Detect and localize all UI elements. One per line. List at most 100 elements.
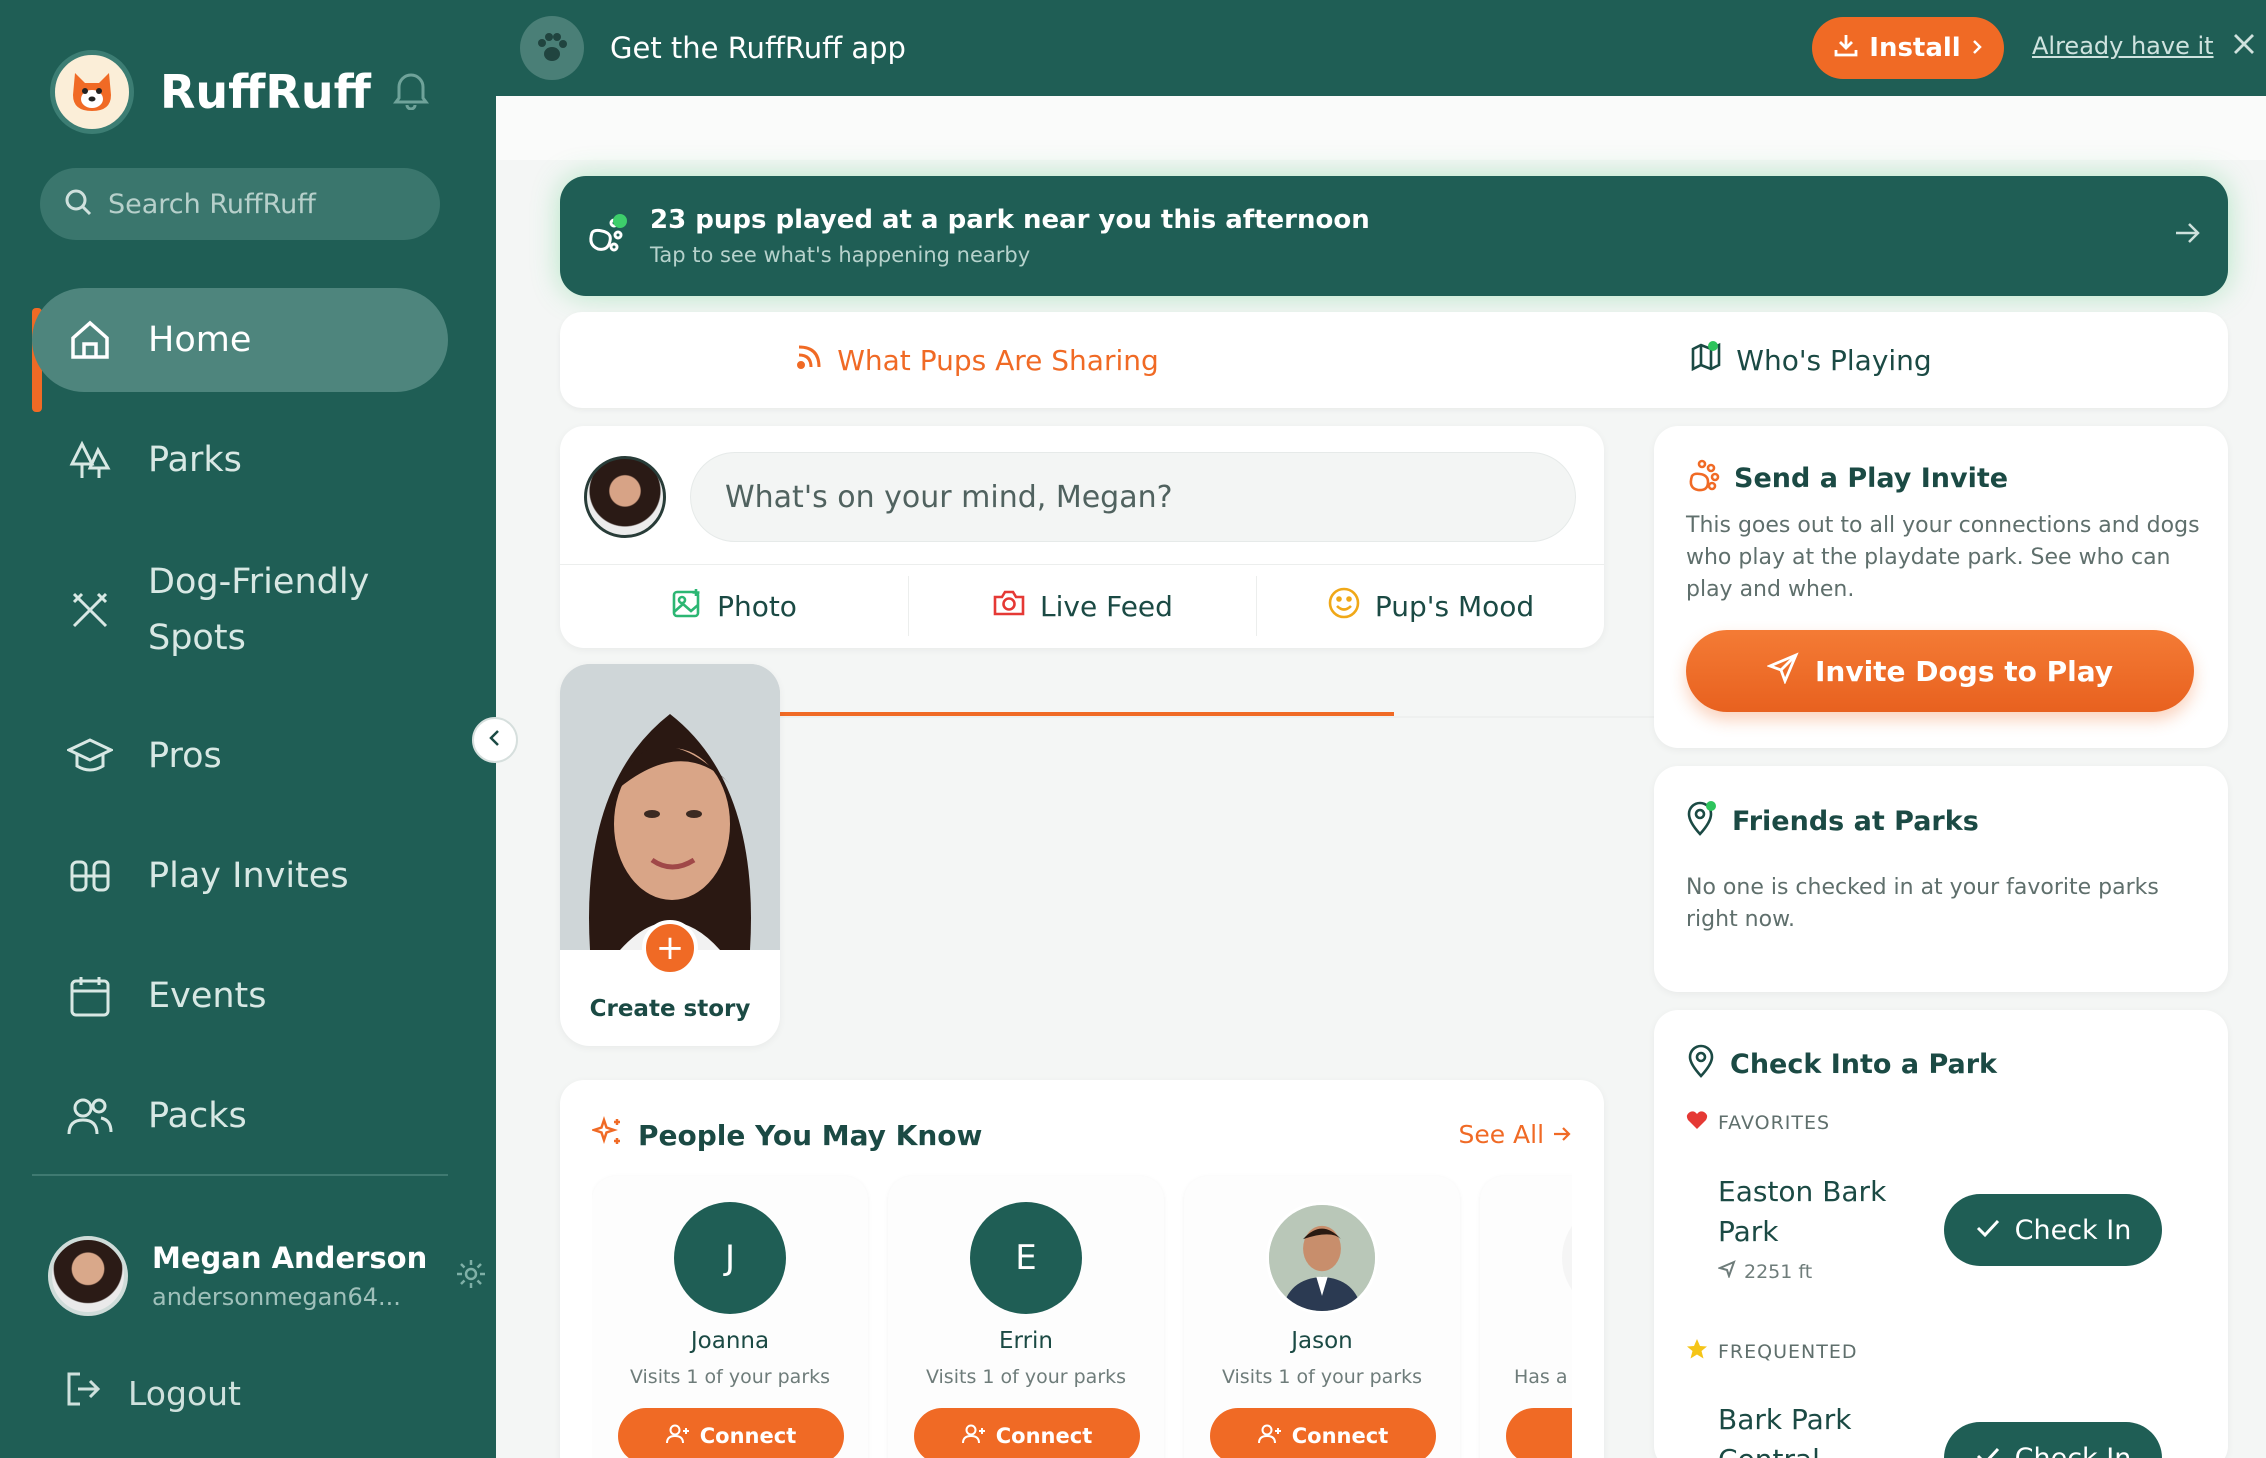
brand[interactable]: RuffRuff <box>50 50 429 134</box>
banner-text: Get the RuffRuff app <box>610 31 906 65</box>
create-story-label: Create story <box>589 996 751 1022</box>
install-button[interactable]: Install <box>1812 17 2004 79</box>
bell-icon[interactable] <box>392 70 429 114</box>
live-feed-label: Live Feed <box>1040 589 1173 623</box>
connect-button[interactable]: Connect <box>1210 1408 1436 1458</box>
person-subtitle: Visits 1 of your parks <box>629 1366 831 1388</box>
friends-at-parks-card: Friends at Parks No one is checked in at… <box>1654 766 2228 992</box>
tab-what-pups-are-sharing[interactable]: What Pups Are Sharing <box>560 312 1394 408</box>
photo-label: Photo <box>717 589 797 623</box>
already-have-it-link[interactable]: Already have it <box>2032 32 2214 60</box>
nearby-activity-alert[interactable]: 23 pups played at a park near you this a… <box>560 176 2228 296</box>
arrow-right-icon <box>2172 218 2202 252</box>
sidebar-item-events[interactable]: Events <box>32 952 448 1040</box>
check-icon <box>1975 1215 2001 1246</box>
user-profile[interactable]: Megan Anderson andersonmegan64... <box>48 1236 487 1316</box>
map-pin-icon <box>1686 1044 1716 1085</box>
paw-location-icon <box>584 211 630 261</box>
send-play-invite-card: Send a Play Invite This goes out to all … <box>1654 426 2228 748</box>
avatar <box>584 456 666 538</box>
profile-email: andersonmegan64... <box>152 1283 401 1311</box>
sidebar-divider <box>32 1174 448 1176</box>
sidebar-item-play-invites[interactable]: Play Invites <box>32 832 448 920</box>
sidebar-item-parks[interactable]: Parks <box>32 416 448 504</box>
search-input[interactable]: Search RuffRuff <box>40 168 440 240</box>
close-icon[interactable] <box>2230 30 2258 62</box>
sidebar-item-label: Pros <box>148 736 222 776</box>
sidebar-item-dog-friendly-spots[interactable]: Dog-Friendly Spots <box>32 548 448 672</box>
connect-label: Connect <box>699 1424 797 1448</box>
invite-title: Send a Play Invite <box>1734 463 2009 494</box>
person-name: Errin <box>998 1328 1053 1354</box>
paw-icon <box>520 16 584 80</box>
users-icon <box>62 1094 118 1138</box>
camera-icon <box>992 588 1026 625</box>
sidebar-item-label: Packs <box>148 1096 247 1136</box>
sidebar-item-label: Parks <box>148 440 242 480</box>
invite-description: This goes out to all your connections an… <box>1686 513 2200 602</box>
chevron-right-icon <box>1971 33 1983 63</box>
person-subtitle: Has a N <box>1514 1366 1572 1388</box>
logout-icon <box>64 1370 102 1416</box>
invite-dogs-button[interactable]: Invite Dogs to Play <box>1686 630 2194 712</box>
gear-icon[interactable] <box>455 1258 487 1294</box>
park-name: Bark Park Central <box>1718 1400 1852 1458</box>
frequented-section-label: FREQUENTED <box>1686 1338 1857 1365</box>
check-into-park-card: Check Into a Park FAVORITES Easton Bark … <box>1654 1010 2228 1458</box>
post-composer: What's on your mind, Megan? Photo Live F… <box>560 426 1604 648</box>
download-icon <box>1833 32 1859 65</box>
sidebar-item-label: Home <box>148 320 252 360</box>
app-install-banner: Get the RuffRuff app Install Already hav… <box>496 0 2266 96</box>
live-feed-button[interactable]: Live Feed <box>908 576 1256 636</box>
photo-button[interactable]: Photo <box>560 576 908 636</box>
rss-icon <box>795 343 823 378</box>
park-name-line1: Easton Bark <box>1718 1175 1887 1208</box>
alert-title: 23 pups played at a park near you this a… <box>650 205 1370 235</box>
pups-mood-button[interactable]: Pup's Mood <box>1256 576 1604 636</box>
search-icon <box>64 188 92 220</box>
connect-label: Connect <box>1291 1424 1389 1448</box>
star-icon <box>1686 1338 1708 1365</box>
collapse-sidebar-button[interactable] <box>472 717 518 763</box>
logout-button[interactable]: Logout <box>64 1370 241 1416</box>
sidebar-item-home[interactable]: Home <box>32 288 448 392</box>
connect-button[interactable]: Connect <box>914 1408 1140 1458</box>
sidebar-item-label: Events <box>148 976 267 1016</box>
install-label: Install <box>1869 33 1961 63</box>
favorites-label: FAVORITES <box>1718 1111 1831 1134</box>
person-subtitle: Visits 1 of your parks <box>1221 1366 1423 1388</box>
composer-divider <box>560 564 1604 565</box>
check-in-label: Check In <box>2014 1214 2132 1246</box>
tab-whos-playing[interactable]: Who's Playing <box>1394 312 2228 408</box>
connect-button[interactable]: Connect <box>618 1408 844 1458</box>
post-input[interactable]: What's on your mind, Megan? <box>690 452 1576 542</box>
smile-icon <box>1327 586 1361 627</box>
post-placeholder: What's on your mind, Megan? <box>725 479 1173 515</box>
create-story-card[interactable]: + Create story <box>560 664 780 1046</box>
check-icon <box>1975 1443 2001 1458</box>
paw-icon <box>1686 458 1720 499</box>
people-you-may-know: People You May Know See All J Joanna Vis… <box>560 1080 1604 1458</box>
person-card: J Joanna Visits 1 of your parks Connect <box>592 1176 868 1458</box>
connect-button[interactable] <box>1506 1408 1572 1458</box>
park-name-line2: Central <box>1718 1440 1852 1458</box>
sidebar-item-label: Play Invites <box>148 856 349 896</box>
check-in-button[interactable]: Check In <box>1944 1422 2162 1458</box>
profile-name: Megan Anderson <box>152 1241 428 1275</box>
tab-label: What Pups Are Sharing <box>837 343 1159 377</box>
user-plus-icon <box>665 1423 690 1450</box>
park-name: Easton Bark Park <box>1718 1172 1886 1252</box>
dog-face-icon <box>50 50 134 134</box>
sidebar-item-packs[interactable]: Packs <box>32 1072 448 1160</box>
people-carousel: J Joanna Visits 1 of your parks Connect … <box>592 1080 1572 1458</box>
story-photo <box>560 664 780 950</box>
park-name-line1: Bark Park <box>1718 1403 1852 1436</box>
navigation-icon <box>1717 1260 1736 1283</box>
check-in-button[interactable]: Check In <box>1944 1194 2162 1266</box>
favorites-section-label: FAVORITES <box>1686 1110 1830 1135</box>
sidebar-item-pros[interactable]: Pros <box>32 712 448 800</box>
friends-title: Friends at Parks <box>1732 806 1979 837</box>
user-plus-icon <box>1257 1423 1282 1450</box>
logout-label: Logout <box>128 1373 241 1413</box>
sidebar: RuffRuff Search RuffRuff Home Parks Dog-… <box>0 0 496 1458</box>
